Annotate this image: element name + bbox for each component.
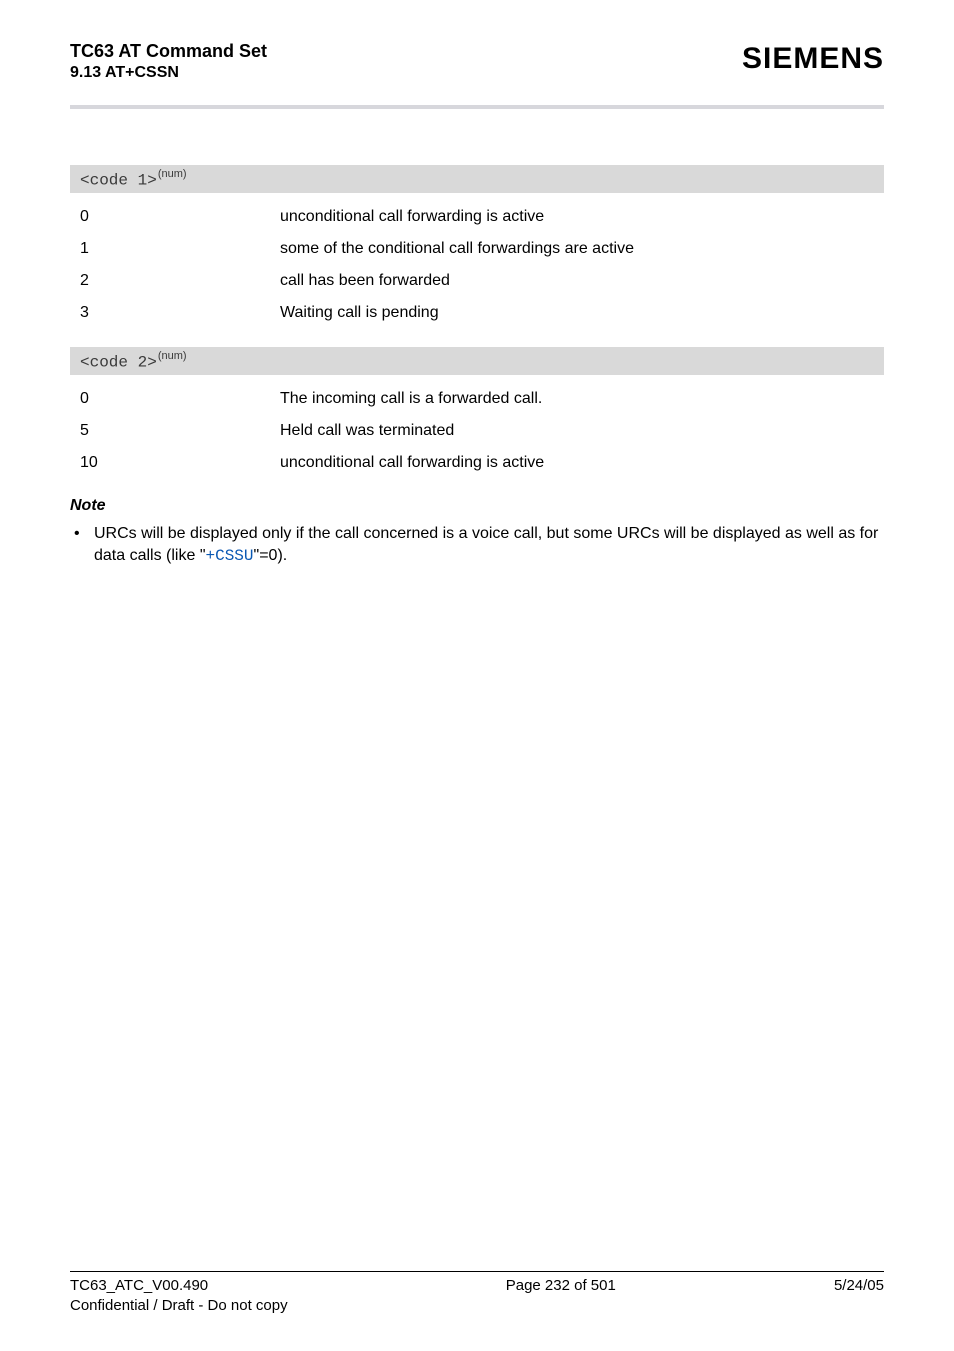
param-key: 5 — [80, 419, 280, 443]
doc-title: TC63 AT Command Set — [70, 40, 267, 63]
brand-logo: SIEMENS — [742, 42, 884, 76]
param-key: 0 — [80, 205, 280, 229]
param-key: 2 — [80, 269, 280, 293]
footer-rule — [70, 1271, 884, 1272]
param-header-code1: <code 1>(num) — [70, 165, 884, 193]
cssu-link[interactable]: +CSSU — [206, 547, 254, 565]
param-key: 10 — [80, 451, 280, 475]
table-row: 1 some of the conditional call forwardin… — [70, 233, 884, 265]
param-sup: (num) — [158, 350, 187, 362]
header: TC63 AT Command Set 9.13 AT+CSSN SIEMENS — [70, 40, 884, 101]
table-row: 3 Waiting call is pending — [70, 297, 884, 329]
note-list: URCs will be displayed only if the call … — [70, 523, 884, 567]
param-header-code2: <code 2>(num) — [70, 347, 884, 375]
param-key: 3 — [80, 301, 280, 325]
content: <code 1>(num) 0 unconditional call forwa… — [70, 109, 884, 568]
footer-row: TC63_ATC_V00.490 Confidential / Draft - … — [70, 1276, 884, 1315]
param-block-code2: <code 2>(num) 0 The incoming call is a f… — [70, 347, 884, 479]
note-heading: Note — [70, 497, 884, 515]
footer-page: Page 232 of 501 — [506, 1276, 616, 1315]
footer-version: TC63_ATC_V00.490 — [70, 1276, 288, 1296]
note-item: URCs will be displayed only if the call … — [70, 523, 884, 567]
param-table-code2: 0 The incoming call is a forwarded call.… — [70, 383, 884, 479]
header-left: TC63 AT Command Set 9.13 AT+CSSN — [70, 40, 267, 83]
param-desc: unconditional call forwarding is active — [280, 205, 884, 229]
table-row: 0 unconditional call forwarding is activ… — [70, 201, 884, 233]
param-key: 1 — [80, 237, 280, 261]
param-key: 0 — [80, 387, 280, 411]
param-table-code1: 0 unconditional call forwarding is activ… — [70, 201, 884, 329]
footer-left: TC63_ATC_V00.490 Confidential / Draft - … — [70, 1276, 288, 1315]
footer: TC63_ATC_V00.490 Confidential / Draft - … — [70, 1271, 884, 1315]
table-row: 5 Held call was terminated — [70, 415, 884, 447]
param-name: <code 1> — [80, 171, 157, 189]
doc-section: 9.13 AT+CSSN — [70, 63, 267, 83]
param-desc: Held call was terminated — [280, 419, 884, 443]
param-desc: some of the conditional call forwardings… — [280, 237, 884, 261]
param-desc: The incoming call is a forwarded call. — [280, 387, 884, 411]
param-block-code1: <code 1>(num) 0 unconditional call forwa… — [70, 165, 884, 329]
param-desc: unconditional call forwarding is active — [280, 451, 884, 475]
page: TC63 AT Command Set 9.13 AT+CSSN SIEMENS… — [0, 0, 954, 1351]
footer-date: 5/24/05 — [834, 1276, 884, 1315]
param-name: <code 2> — [80, 353, 157, 371]
table-row: 10 unconditional call forwarding is acti… — [70, 447, 884, 479]
note-text-post: "=0). — [254, 547, 288, 564]
footer-confidential: Confidential / Draft - Do not copy — [70, 1296, 288, 1316]
param-desc: call has been forwarded — [280, 269, 884, 293]
table-row: 2 call has been forwarded — [70, 265, 884, 297]
param-desc: Waiting call is pending — [280, 301, 884, 325]
param-sup: (num) — [158, 168, 187, 180]
table-row: 0 The incoming call is a forwarded call. — [70, 383, 884, 415]
